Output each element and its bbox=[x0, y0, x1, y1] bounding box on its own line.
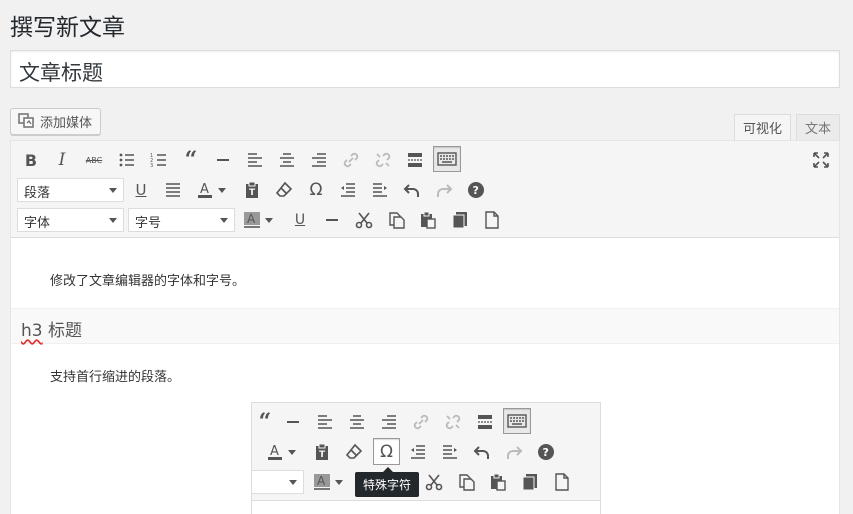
paste-text-icon[interactable]: T bbox=[309, 439, 335, 465]
svg-text:3: 3 bbox=[150, 163, 153, 169]
horizontal-rule-icon[interactable] bbox=[210, 147, 236, 173]
underline-icon[interactable]: U bbox=[128, 177, 154, 203]
unlink-icon[interactable] bbox=[440, 409, 466, 435]
add-media-label: 添加媒体 bbox=[40, 115, 93, 130]
chevron-down-icon bbox=[289, 480, 297, 485]
read-more-icon[interactable] bbox=[402, 147, 428, 173]
chevron-down-icon bbox=[109, 218, 117, 223]
paste-word-icon[interactable] bbox=[447, 207, 473, 233]
copy-icon[interactable] bbox=[383, 207, 409, 233]
justify-icon[interactable] bbox=[160, 177, 186, 203]
media-icon bbox=[17, 111, 35, 132]
special-char-tooltip: 特殊字符 bbox=[355, 467, 419, 497]
svg-text:T: T bbox=[249, 188, 256, 198]
font-family-select[interactable]: 字体 bbox=[17, 208, 124, 232]
hr-alt-icon[interactable] bbox=[319, 207, 345, 233]
help-icon[interactable]: ? bbox=[533, 439, 559, 465]
heading-text: 标题 bbox=[48, 321, 82, 341]
svg-text:A: A bbox=[200, 182, 209, 197]
font-size-select[interactable] bbox=[252, 470, 304, 494]
special-char-icon[interactable]: Ω bbox=[303, 177, 329, 203]
background-color-dropdown-icon[interactable] bbox=[261, 207, 277, 233]
format-select[interactable]: 段落 bbox=[17, 178, 124, 202]
tab-visual[interactable]: 可视化 bbox=[734, 114, 791, 141]
floating-toolbar: “ A T Ω ? A bbox=[251, 402, 601, 514]
clear-format-icon[interactable] bbox=[341, 439, 367, 465]
special-char-icon[interactable]: Ω bbox=[373, 438, 400, 465]
read-more-icon[interactable] bbox=[472, 409, 498, 435]
underline-alt-icon[interactable]: U bbox=[287, 207, 313, 233]
undo-icon[interactable] bbox=[469, 439, 495, 465]
toolbar-toggle-icon[interactable] bbox=[503, 408, 531, 434]
paste-icon[interactable] bbox=[485, 469, 511, 495]
floating-content-edge bbox=[252, 500, 600, 514]
heading-tag: h3 bbox=[21, 321, 43, 341]
content-heading-row: h3 标题 bbox=[11, 308, 839, 344]
tab-text[interactable]: 文本 bbox=[796, 114, 840, 141]
format-select-value: 段落 bbox=[24, 186, 51, 201]
text-color-dropdown-icon[interactable] bbox=[284, 439, 300, 465]
align-right-icon[interactable] bbox=[306, 147, 332, 173]
unlink-icon[interactable] bbox=[370, 147, 396, 173]
background-color-dropdown-icon[interactable] bbox=[331, 469, 347, 495]
paste-icon[interactable] bbox=[415, 207, 441, 233]
font-size-select[interactable]: 字号 bbox=[128, 208, 235, 232]
paste-word-icon[interactable] bbox=[517, 469, 543, 495]
chevron-down-icon bbox=[109, 188, 117, 193]
svg-text:A: A bbox=[247, 212, 256, 226]
fullscreen-icon[interactable] bbox=[808, 147, 834, 173]
new-doc-icon[interactable] bbox=[479, 207, 505, 233]
outdent-icon[interactable] bbox=[335, 177, 361, 203]
outdent-icon[interactable] bbox=[405, 439, 431, 465]
toolbar-toggle-icon[interactable] bbox=[433, 146, 461, 172]
help-icon[interactable]: ? bbox=[463, 177, 489, 203]
svg-text:A: A bbox=[270, 444, 279, 459]
svg-text:?: ? bbox=[473, 184, 479, 197]
content-paragraph-2: 支持首行缩进的段落。 bbox=[50, 370, 181, 385]
add-media-button[interactable]: 添加媒体 bbox=[10, 108, 102, 135]
indent-icon[interactable] bbox=[437, 439, 463, 465]
horizontal-rule-icon[interactable] bbox=[280, 409, 306, 435]
post-title-input[interactable]: 文章标题 bbox=[10, 50, 840, 88]
svg-text:T: T bbox=[319, 450, 326, 460]
indent-icon[interactable] bbox=[367, 177, 393, 203]
cut-icon[interactable] bbox=[351, 207, 377, 233]
align-left-icon[interactable] bbox=[242, 147, 268, 173]
align-center-icon[interactable] bbox=[344, 409, 370, 435]
paste-text-icon[interactable]: T bbox=[239, 177, 265, 203]
font-family-value: 字体 bbox=[24, 216, 51, 231]
content-heading: h3 标题 bbox=[21, 316, 82, 341]
bold-icon[interactable]: B bbox=[18, 147, 44, 173]
undo-icon[interactable] bbox=[399, 177, 425, 203]
align-center-icon[interactable] bbox=[274, 147, 300, 173]
align-left-icon[interactable] bbox=[312, 409, 338, 435]
chevron-down-icon bbox=[220, 218, 228, 223]
blockquote-icon[interactable]: “ bbox=[178, 147, 204, 173]
copy-icon[interactable] bbox=[453, 469, 479, 495]
numbered-list-icon[interactable]: 123 bbox=[146, 147, 172, 173]
link-icon[interactable] bbox=[338, 147, 364, 173]
content-paragraph-1: 修改了文章编辑器的字体和字号。 bbox=[50, 274, 246, 289]
svg-text:?: ? bbox=[543, 446, 549, 459]
svg-text:A: A bbox=[317, 474, 326, 488]
clear-format-icon[interactable] bbox=[271, 177, 297, 203]
redo-icon[interactable] bbox=[431, 177, 457, 203]
new-doc-icon[interactable] bbox=[549, 469, 575, 495]
align-right-icon[interactable] bbox=[376, 409, 402, 435]
strikethrough-icon[interactable]: ABC bbox=[81, 147, 107, 173]
text-color-dropdown-icon[interactable] bbox=[214, 177, 230, 203]
editor-toolbar: B I ABC 123 “ 段落 U A T Ω ? 字体 字号 A U bbox=[11, 141, 839, 238]
bullet-list-icon[interactable] bbox=[114, 147, 140, 173]
link-icon[interactable] bbox=[408, 409, 434, 435]
redo-icon[interactable] bbox=[501, 439, 527, 465]
italic-icon[interactable]: I bbox=[49, 147, 75, 173]
page-title: 撰写新文章 bbox=[10, 15, 125, 41]
blockquote-icon[interactable]: “ bbox=[252, 409, 278, 435]
font-size-value: 字号 bbox=[135, 216, 162, 231]
cut-icon[interactable] bbox=[421, 469, 447, 495]
